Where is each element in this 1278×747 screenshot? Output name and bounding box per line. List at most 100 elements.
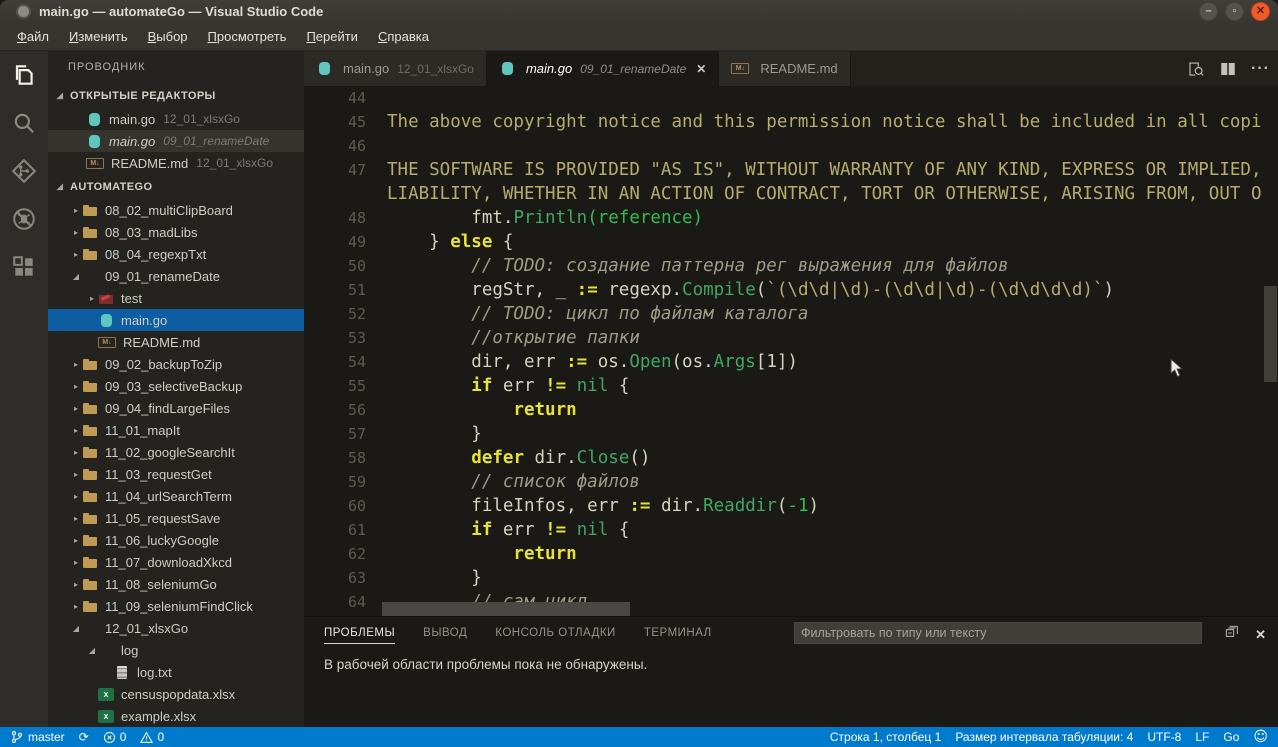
tree-item-08_04_regexpTxt[interactable]: ▸08_04_regexpTxt (48, 243, 304, 265)
folder-icon (82, 577, 98, 592)
tree-item-08_03_madLibs[interactable]: ▸08_03_madLibs (48, 221, 304, 243)
tree-item-12_01_xlsxGo[interactable]: ◢12_01_xlsxGo (48, 617, 304, 639)
open-editors-header[interactable]: ◢ ОТКРЫТЫЕ РЕДАКТОРЫ (48, 83, 304, 108)
file-label: 11_09_seleniumFindClick (105, 599, 253, 614)
explorer-title: ПРОВОДНИК (48, 51, 304, 83)
line-number: 50 (304, 257, 387, 275)
close-panel-icon[interactable]: ✕ (1255, 627, 1266, 643)
tree-item-09_04_findLargeFiles[interactable]: ▸09_04_findLargeFiles (48, 397, 304, 419)
tab-size-indicator[interactable]: Размер интервала табуляции: 4 (955, 730, 1133, 744)
tree-item-11_05_requestSave[interactable]: ▸11_05_requestSave (48, 507, 304, 529)
panel-tab-КОНСОЛЬ ОТЛАДКИ[interactable]: КОНСОЛЬ ОТЛАДКИ (495, 621, 616, 643)
open-editor-item[interactable]: main.go12_01_xlsxGo (48, 108, 304, 130)
tree-item-11_01_mapIt[interactable]: ▸11_01_mapIt (48, 419, 304, 441)
tree-item-example.xlsx[interactable]: xexample.xlsx (48, 705, 304, 727)
sync-icon[interactable]: ⟳ (79, 730, 89, 744)
tree-item-main.go[interactable]: main.go (48, 309, 304, 331)
tree-item-test[interactable]: ▸ test (48, 287, 304, 309)
line-text: The above copyright notice and this perm… (387, 112, 1261, 132)
tree-item-11_04_urlSearchTerm[interactable]: ▸11_04_urlSearchTerm (48, 485, 304, 507)
maximize-panel-icon[interactable] (1223, 624, 1239, 645)
chevron-collapsed-icon: ▸ (86, 294, 98, 303)
tab-main.go[interactable]: main.go12_01_xlsxGo (304, 51, 487, 86)
panel-tab-ВЫВОД[interactable]: ВЫВОД (423, 621, 467, 643)
tab-README.md[interactable]: M↓README.md (719, 51, 850, 86)
line-number: 58 (304, 449, 387, 467)
tree-item-README.md[interactable]: M↓README.md (48, 331, 304, 353)
line-text: return (387, 400, 577, 420)
warnings-status[interactable]: 0 (140, 730, 164, 744)
tree-item-09_02_backupToZip[interactable]: ▸09_02_backupToZip (48, 353, 304, 375)
open-preview-icon[interactable] (1187, 60, 1205, 78)
language-indicator[interactable]: Go (1223, 730, 1239, 744)
encoding-indicator[interactable]: UTF-8 (1147, 730, 1181, 744)
file-label: 09_03_selectiveBackup (105, 379, 242, 394)
open-editor-item[interactable]: M↓README.md12_01_xlsxGo (48, 152, 304, 174)
source-control-icon[interactable] (0, 147, 48, 195)
file-label: test (121, 291, 142, 306)
tree-item-09_01_renameDate[interactable]: ◢09_01_renameDate (48, 265, 304, 287)
tab-close-icon[interactable]: ✕ (696, 62, 706, 76)
tree-item-log[interactable]: ◢log (48, 639, 304, 661)
code-editor[interactable]: 4445The above copyright notice and this … (304, 86, 1278, 616)
tree-item-08_02_multiClipBoard[interactable]: ▸08_02_multiClipBoard (48, 199, 304, 221)
maximize-button[interactable]: ▫ (1225, 2, 1244, 21)
menu-selection[interactable]: Выбор (139, 26, 197, 47)
cursor-position[interactable]: Строка 1, столбец 1 (830, 730, 941, 744)
split-editor-icon[interactable] (1219, 60, 1237, 78)
code-line: 49 } else { (304, 230, 1278, 254)
git-branch-status[interactable]: master (10, 730, 65, 744)
menu-go[interactable]: Перейти (297, 26, 367, 47)
tree-item-11_03_requestGet[interactable]: ▸11_03_requestGet (48, 463, 304, 485)
code-line: 60 fileInfos, err := dir.Readdir(-1) (304, 494, 1278, 518)
tree-item-11_02_googleSearchIt[interactable]: ▸11_02_googleSearchIt (48, 441, 304, 463)
tab-main.go[interactable]: main.go09_01_renameDate✕ (487, 51, 719, 86)
horizontal-scrollbar[interactable] (382, 602, 630, 616)
eol-indicator[interactable]: LF (1195, 730, 1209, 744)
menu-file[interactable]: Файл (8, 26, 58, 47)
folder-icon (82, 533, 98, 548)
line-text: LIABILITY, WHETHER IN AN ACTION OF CONTR… (387, 184, 1261, 204)
explorer-icon[interactable] (0, 51, 48, 99)
git-branch-icon (10, 730, 24, 744)
project-header[interactable]: ◢ AUTOMATEGO (48, 174, 304, 199)
tree-item-censuspopdata.xlsx[interactable]: xcensuspopdata.xlsx (48, 683, 304, 705)
tree-item-log.txt[interactable]: log.txt (48, 661, 304, 683)
line-text: if err != nil { (387, 376, 629, 396)
tree-item-11_09_seleniumFindClick[interactable]: ▸11_09_seleniumFindClick (48, 595, 304, 617)
extensions-icon[interactable] (0, 243, 48, 291)
menu-view[interactable]: Просмотреть (199, 26, 296, 47)
tree-item-11_06_luckyGoogle[interactable]: ▸11_06_luckyGoogle (48, 529, 304, 551)
tree-item-11_07_downloadXkcd[interactable]: ▸11_07_downloadXkcd (48, 551, 304, 573)
code-line: 63 } (304, 566, 1278, 590)
line-number: 64 (304, 593, 387, 611)
chevron-collapsed-icon: ▸ (70, 514, 82, 523)
line-text: return (387, 544, 577, 564)
close-button[interactable]: ✕ (1251, 2, 1270, 21)
feedback-smiley-icon[interactable]: ☺ (1253, 729, 1268, 745)
errors-status[interactable]: 0 (103, 730, 127, 744)
debug-icon[interactable] (0, 195, 48, 243)
folder-icon (82, 599, 98, 614)
go-file-icon (499, 61, 515, 76)
search-icon[interactable] (0, 99, 48, 147)
line-number: 62 (304, 545, 387, 563)
tree-item-11_08_seleniumGo[interactable]: ▸11_08_seleniumGo (48, 573, 304, 595)
menu-help[interactable]: Справка (369, 26, 438, 47)
panel-tab-ПРОБЛЕМЫ[interactable]: ПРОБЛЕМЫ (324, 621, 395, 644)
tree-item-09_03_selectiveBackup[interactable]: ▸09_03_selectiveBackup (48, 375, 304, 397)
folder-icon (82, 511, 98, 526)
code-line: 51 regStr, _ := regexp.Compile(`(\d\d|\d… (304, 278, 1278, 302)
panel-tab-ТЕРМИНАЛ[interactable]: ТЕРМИНАЛ (644, 621, 712, 643)
menu-edit[interactable]: Изменить (60, 26, 137, 47)
chevron-down-icon: ◢ (54, 182, 66, 191)
explorer-sidebar: ПРОВОДНИК ◢ ОТКРЫТЫЕ РЕДАКТОРЫ main.go12… (48, 51, 304, 727)
code-line: 48 fmt.Println(reference) (304, 206, 1278, 230)
more-actions-icon[interactable]: ··· (1251, 60, 1270, 78)
file-label: log (121, 643, 138, 658)
line-number: 56 (304, 401, 387, 419)
problems-filter-input[interactable] (794, 622, 1202, 644)
vertical-scrollbar[interactable] (1264, 286, 1277, 382)
open-editor-item[interactable]: main.go09_01_renameDate (48, 130, 304, 152)
minimize-button[interactable]: – (1199, 2, 1218, 21)
